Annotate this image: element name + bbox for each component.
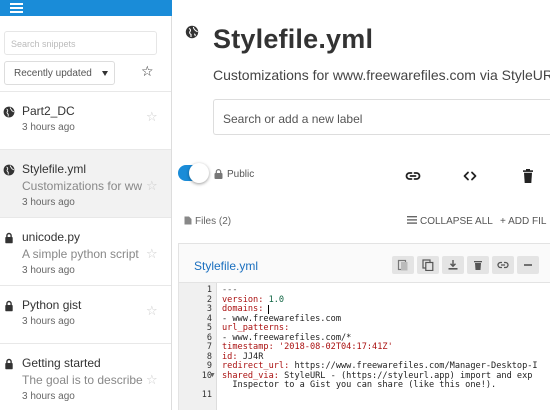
main-panel: Stylefile.yml Customizations for www.fre… (173, 0, 550, 410)
snippet-title: Getting started (22, 356, 101, 370)
link-icon[interactable] (405, 168, 421, 184)
label-input[interactable]: Search or add a new label (213, 99, 550, 135)
snippet-time: 3 hours ago (22, 122, 75, 133)
snippet-title: unicode.py (22, 230, 81, 244)
star-filter-icon[interactable]: ☆ (141, 63, 154, 80)
globe-icon (185, 25, 199, 39)
star-icon[interactable]: ☆ (146, 303, 158, 319)
sort-select[interactable]: Recently updated (4, 61, 115, 85)
text-cursor (268, 305, 269, 314)
star-icon[interactable]: ☆ (146, 109, 158, 125)
snippet-item[interactable]: Getting started The goal is to describe 3 … (0, 343, 171, 410)
star-icon[interactable]: ☆ (146, 372, 158, 388)
line-number-gutter: 1 2 3 4 5 6 7 8 9 10 11 ▼ (179, 283, 217, 410)
snippet-time: 3 hours ago (22, 265, 75, 276)
minus-icon (524, 264, 532, 266)
add-file-button[interactable]: + ADD FIL (500, 216, 546, 227)
page-description[interactable]: Customizations for www.freewarefiles.com… (213, 67, 550, 83)
copy-icon (422, 259, 434, 271)
files-count: Files (2) (184, 216, 231, 227)
link-icon (497, 261, 509, 269)
line-number: 11 (201, 389, 212, 400)
code-line: Inspector to a Gist you can share (like … (222, 380, 497, 390)
globe-icon (3, 163, 15, 176)
snippet-item[interactable]: Python gist 3 hours ago ☆ (0, 285, 171, 343)
top-bar (0, 0, 172, 16)
collapse-icon (407, 216, 417, 224)
files-count-label: Files (2) (195, 216, 232, 227)
trash-icon (474, 261, 482, 270)
snippet-description: The goal is to describe (22, 373, 143, 387)
download-icon (448, 260, 458, 270)
lock-icon (3, 357, 15, 370)
star-icon[interactable]: ☆ (146, 246, 158, 262)
file-name-link[interactable]: Stylefile.yml (194, 259, 258, 273)
search-snippets-input[interactable]: Search snippets (4, 31, 157, 55)
snippet-time: 3 hours ago (22, 197, 75, 208)
collapse-all-button[interactable]: COLLAPSE ALL (407, 216, 493, 227)
snippet-title: Stylefile.yml (22, 162, 87, 176)
snippet-description: A simple python script (22, 247, 139, 261)
star-icon[interactable]: ☆ (146, 178, 158, 194)
snippet-time: 3 hours ago (22, 391, 75, 402)
file-card: Stylefile.yml 1 2 3 4 5 6 7 8 9 10 11 ▼ --- vers (178, 243, 550, 410)
lock-icon (3, 299, 15, 312)
delete-file-button[interactable] (467, 256, 489, 274)
code-editor[interactable]: 1 2 3 4 5 6 7 8 9 10 11 ▼ --- version: 1.0 domains: - … (179, 282, 550, 410)
copy-file-button[interactable] (392, 256, 414, 274)
fold-arrow-icon[interactable]: ▼ (209, 372, 216, 379)
globe-icon (3, 105, 15, 118)
snippet-time: 3 hours ago (22, 316, 75, 327)
collapse-all-label: COLLAPSE ALL (420, 216, 493, 227)
collapse-file-button[interactable] (517, 256, 539, 274)
snippet-description: Customizations for ww (22, 179, 143, 193)
download-button[interactable] (442, 256, 464, 274)
public-toggle[interactable] (178, 163, 209, 183)
page-title[interactable]: Stylefile.yml (213, 24, 373, 55)
sidebar: Search snippets Recently updated ☆ Part2… (0, 16, 172, 410)
clipboard-icon (397, 259, 408, 271)
delete-icon[interactable] (520, 168, 536, 184)
menu-icon[interactable] (10, 3, 23, 13)
snippet-title: Part2_DC (22, 104, 75, 118)
copy-link-button[interactable] (492, 256, 514, 274)
snippet-title: Python gist (22, 298, 82, 312)
snippet-item[interactable]: Stylefile.yml Customizations for ww 3 hour… (0, 149, 171, 217)
sort-select-label: Recently updated (14, 68, 92, 79)
lock-icon (3, 231, 15, 244)
file-icon (184, 216, 192, 225)
snippet-item[interactable]: unicode.py A simple python script 3 hours … (0, 217, 171, 285)
embed-code-icon[interactable] (462, 168, 478, 184)
line-number: 10 (201, 370, 212, 381)
visibility-label: Public (227, 169, 255, 180)
lock-icon (214, 169, 223, 179)
duplicate-button[interactable] (417, 256, 439, 274)
snippet-item[interactable]: Part2_DC 3 hours ago ☆ (0, 91, 171, 149)
chevron-down-icon (102, 71, 108, 76)
snippet-list: Part2_DC 3 hours ago ☆ Stylefile.yml Customi… (0, 91, 171, 410)
